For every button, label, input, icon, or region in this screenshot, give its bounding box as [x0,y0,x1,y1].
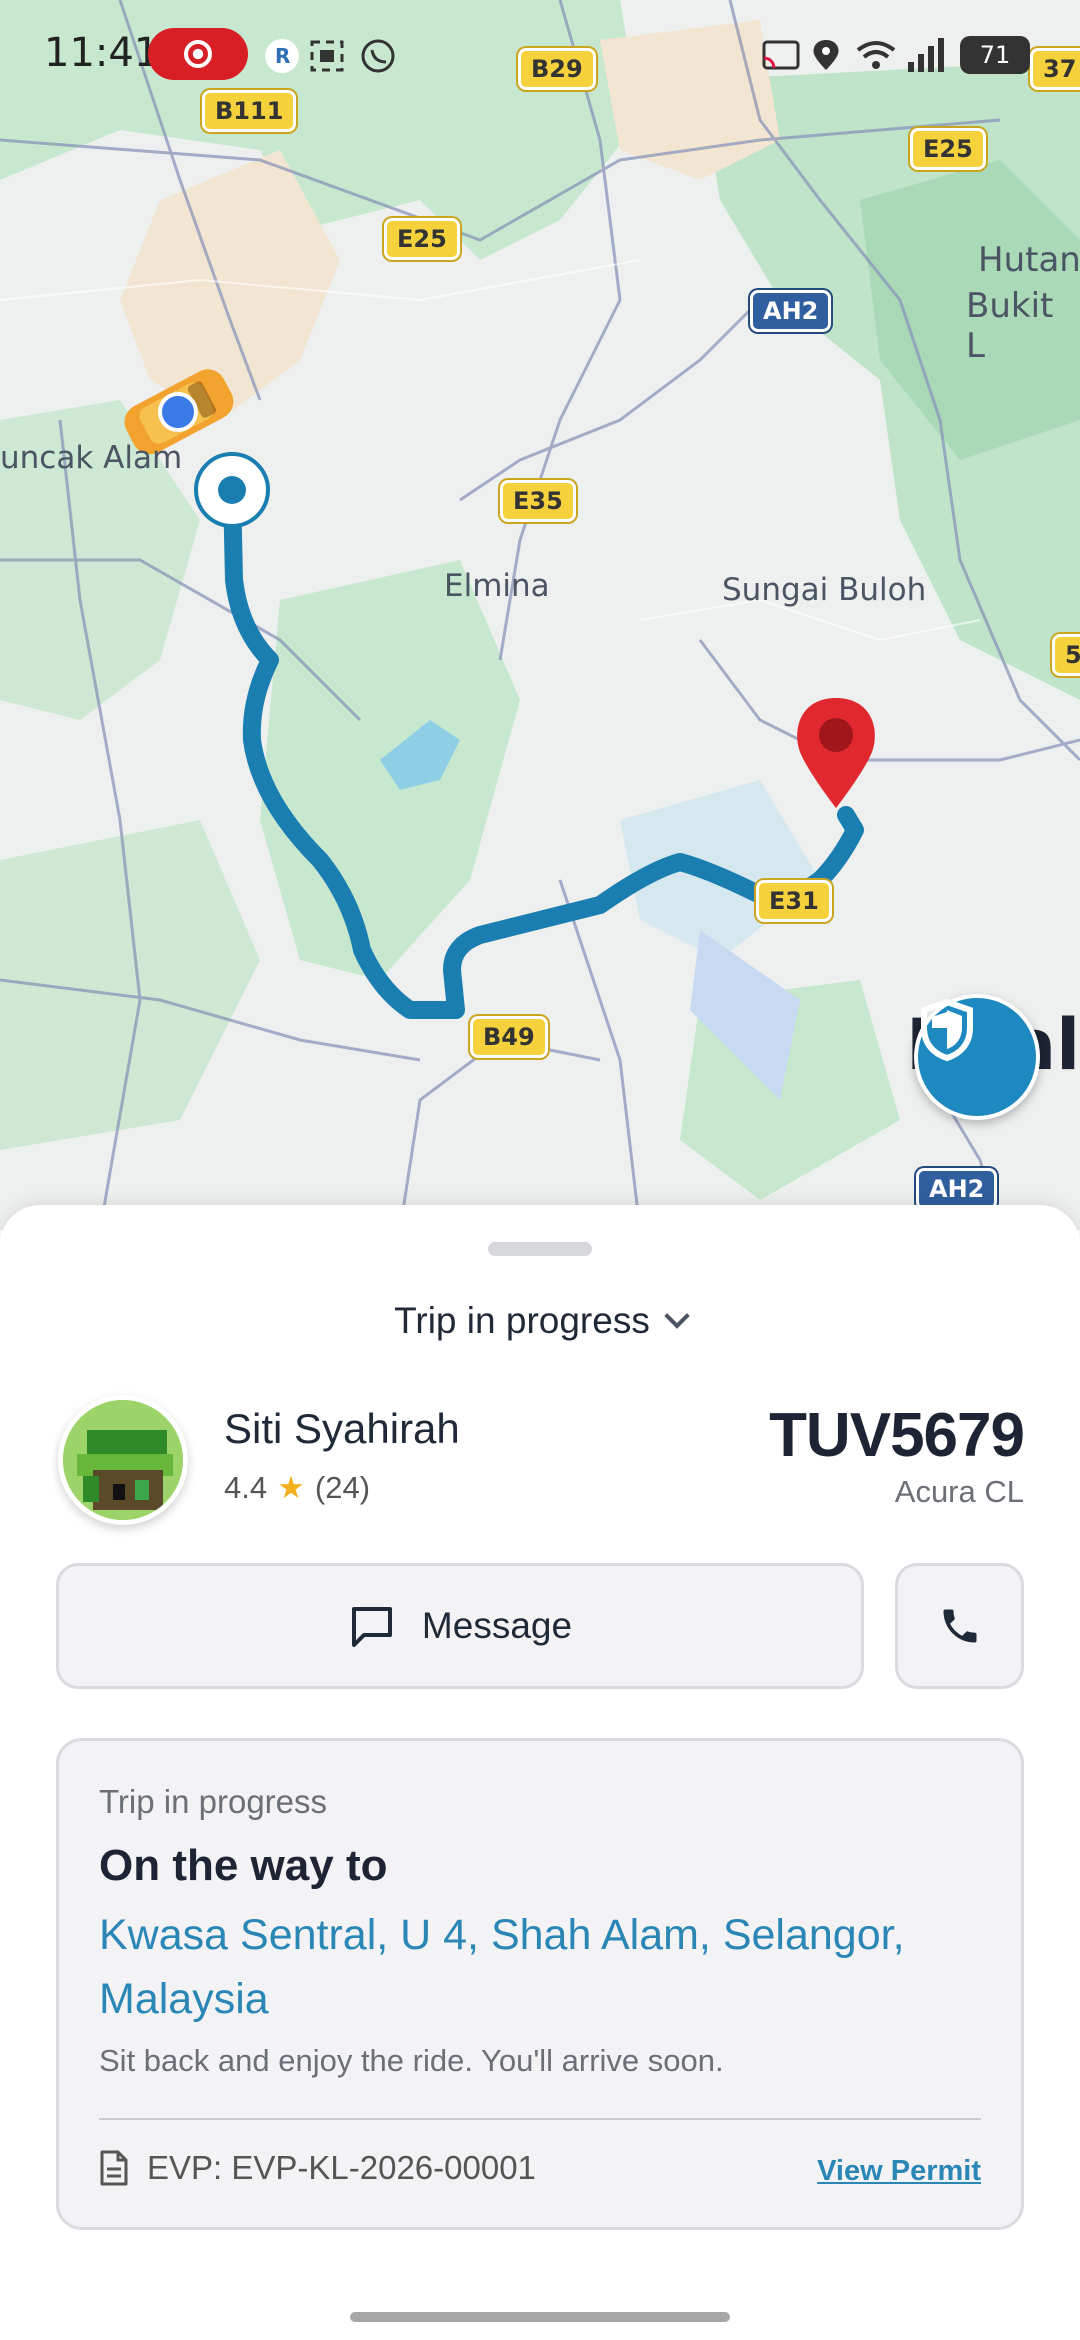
message-button[interactable]: Message [56,1563,864,1689]
map-place-label: Elmina [444,568,550,604]
evp-row: EVP: EVP-KL-2026-00001 [99,2149,536,2187]
screen-record-icon [148,28,248,80]
view-permit-link[interactable]: View Permit [817,2155,981,2188]
message-button-label: Message [421,1605,573,1646]
chevron-down-icon [664,1303,690,1329]
battery-indicator: 71 [960,36,1030,74]
document-icon [100,2150,128,2186]
driver-avatar [58,1395,188,1525]
road-shield: AH2 [750,290,832,332]
system-status-icons [762,38,944,72]
status-bar: 11:41 R 71 [0,0,1080,110]
star-icon: ★ [277,1470,305,1505]
map-place-label: Hutan [978,240,1080,280]
chat-bubble-icon [351,1607,392,1647]
phone-icon [943,1609,976,1643]
road-shield: 5 [1052,634,1080,676]
road-shield: E25 [384,218,460,260]
evp-number: EVP: EVP-KL-2026-00001 [147,2149,536,2186]
rating-count: (24) [314,1470,371,1505]
driver-name: Siti Syahirah [224,1405,460,1452]
map-place-label: uncak Alam [0,440,183,476]
road-shield: E25 [910,128,986,170]
trip-card-subtext: Sit back and enjoy the ride. You'll arri… [99,2043,724,2078]
trip-card-status: Trip in progress [99,1783,328,1820]
road-shield: E31 [756,880,832,922]
trip-status-label: Trip in progress [394,1300,650,1341]
vehicle-model: Acura CL [894,1474,1024,1509]
road-shield: AH2 [916,1168,998,1210]
card-divider [99,2118,981,2120]
svg-text:R: R [275,44,290,68]
trip-card-heading: On the way to [99,1841,388,1890]
map-view[interactable]: uncak Alam Elmina Sungai Buloh Hutan Buk… [0,0,1080,1230]
sheet-drag-handle[interactable] [488,1242,592,1256]
home-indicator[interactable] [350,2312,730,2322]
call-button[interactable] [895,1563,1024,1689]
road-shield: B49 [470,1016,548,1058]
vehicle-plate: TUV5679 [769,1401,1025,1470]
trip-info-card: Trip in progress On the way to Kwasa Sen… [56,1738,1024,2230]
notification-icons: R [265,39,395,73]
driver-rating: 4.4 ★ (24) [224,1470,370,1506]
map-place-label: Sungai Buloh [722,572,927,608]
rating-value: 4.4 [224,1470,268,1505]
map-place-label: Bukit L [966,286,1054,366]
status-time: 11:41 [44,30,160,76]
shield-check-icon [921,998,973,1062]
safety-button[interactable] [914,994,1040,1120]
road-shield: E35 [500,480,576,522]
trip-status-dropdown[interactable]: Trip in progress [0,1300,1080,1342]
destination-address: Kwasa Sentral, U 4, Shah Alam, Selangor,… [99,1911,905,2023]
